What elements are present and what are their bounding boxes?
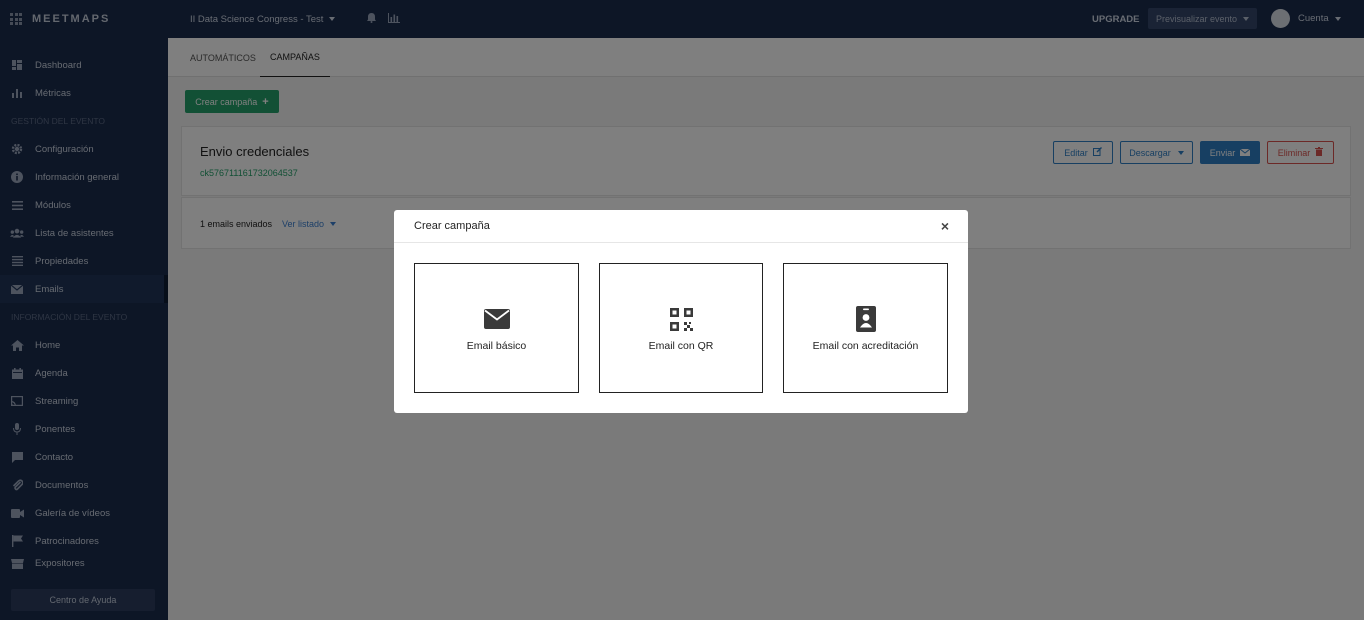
- option-email-basico[interactable]: Email básico: [414, 263, 579, 393]
- id-badge-icon: [855, 306, 876, 332]
- qr-code-icon: [669, 306, 693, 332]
- close-icon[interactable]: ×: [941, 219, 949, 233]
- option-label: Email con acreditación: [812, 340, 919, 352]
- option-email-qr[interactable]: Email con QR: [599, 263, 763, 393]
- create-campaign-modal: Crear campaña × Email básico Email con Q…: [394, 210, 968, 413]
- modal-header: Crear campaña ×: [394, 210, 968, 243]
- option-email-acreditacion[interactable]: Email con acreditación: [783, 263, 948, 393]
- envelope-icon: [483, 306, 510, 332]
- option-label: Email con QR: [648, 340, 714, 352]
- option-label: Email básico: [466, 340, 527, 352]
- modal-title: Crear campaña: [414, 220, 490, 232]
